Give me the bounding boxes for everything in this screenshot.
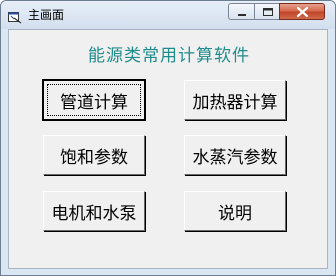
minimize-button[interactable] [228, 3, 255, 20]
heater-calc-button[interactable]: 加热器计算 [184, 80, 286, 120]
help-button[interactable]: 说明 [184, 191, 286, 231]
app-icon[interactable] [8, 9, 22, 24]
steam-params-button[interactable]: 水蒸汽参数 [184, 135, 286, 175]
maximize-icon [263, 8, 273, 16]
close-button[interactable] [279, 3, 325, 20]
main-window: 主画面 能源类常用计算软件 管道计算 加热器计算 饱和参数 水蒸汽参数 电机和水… [0, 0, 336, 276]
saturation-params-button[interactable]: 饱和参数 [43, 135, 145, 175]
title-bar[interactable]: 主画面 [1, 1, 335, 29]
pipe-calc-button[interactable]: 管道计算 [42, 79, 146, 121]
heater-calc-label: 加热器计算 [192, 92, 278, 113]
saturation-params-label: 饱和参数 [60, 147, 128, 168]
help-label: 说明 [218, 203, 252, 224]
maximize-button[interactable] [254, 3, 280, 20]
close-icon [296, 6, 309, 18]
client-area: 能源类常用计算软件 管道计算 加热器计算 饱和参数 水蒸汽参数 电机和水泵 说明 [8, 29, 328, 269]
window-title: 主画面 [28, 8, 65, 22]
motor-pump-button[interactable]: 电机和水泵 [43, 191, 145, 231]
minimize-icon [238, 14, 246, 16]
app-heading: 能源类常用计算软件 [88, 46, 250, 66]
motor-pump-label: 电机和水泵 [51, 203, 137, 224]
pipe-calc-label: 管道计算 [60, 92, 128, 113]
steam-params-label: 水蒸汽参数 [192, 147, 278, 168]
